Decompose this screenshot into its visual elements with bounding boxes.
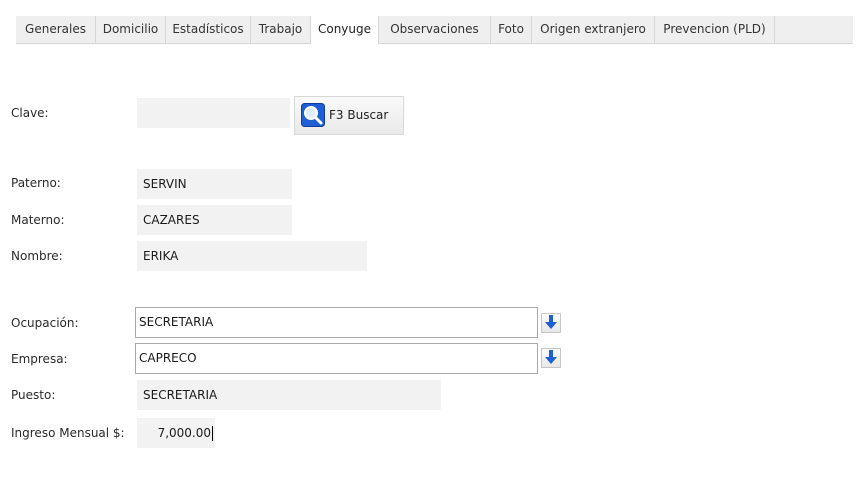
clave-label: Clave: [11, 106, 49, 120]
clave-field[interactable] [137, 98, 290, 128]
tab-observaciones[interactable]: Observaciones [379, 16, 491, 43]
puesto-label: Puesto: [11, 388, 56, 402]
ocupacion-label: Ocupación: [11, 316, 79, 330]
tab-origen-extranjero[interactable]: Origen extranjero [532, 16, 655, 43]
ingreso-mensual-label: Ingreso Mensual $: [11, 426, 125, 440]
arrow-down-icon [545, 349, 557, 367]
tab-prevencion-pld[interactable]: Prevencion (PLD) [655, 16, 775, 43]
nombre-field[interactable]: ERIKA [137, 241, 367, 271]
paterno-label: Paterno: [11, 176, 61, 190]
empresa-select[interactable]: CAPRECO [135, 343, 538, 374]
tab-trabajo[interactable]: Trabajo [251, 16, 311, 43]
ingreso-mensual-value: 7,000.00 [157, 426, 211, 440]
nombre-label: Nombre: [11, 249, 63, 263]
tab-estadisticos[interactable]: Estadísticos [166, 16, 251, 43]
materno-field[interactable]: CAZARES [137, 205, 292, 235]
tab-conyuge[interactable]: Conyuge [311, 16, 379, 44]
materno-label: Materno: [11, 213, 65, 227]
tab-bar: Generales Domicilio Estadísticos Trabajo… [16, 16, 853, 44]
paterno-field[interactable]: SERVIN [137, 169, 292, 199]
tab-generales[interactable]: Generales [16, 16, 96, 43]
ingreso-mensual-field[interactable]: 7,000.00 [137, 418, 215, 448]
empresa-label: Empresa: [11, 352, 68, 366]
tab-domicilio[interactable]: Domicilio [96, 16, 166, 43]
tab-foto[interactable]: Foto [491, 16, 532, 43]
ocupacion-select[interactable]: SECRETARIA [135, 307, 538, 338]
ocupacion-dropdown-button[interactable] [541, 313, 561, 333]
text-cursor [212, 426, 213, 441]
arrow-down-icon [545, 314, 557, 332]
puesto-field[interactable]: SECRETARIA [137, 380, 441, 410]
magnifier-icon [301, 103, 325, 130]
search-button-label: F3 Buscar [329, 108, 389, 122]
empresa-dropdown-button[interactable] [541, 348, 561, 368]
search-button[interactable]: F3 Buscar [294, 96, 404, 135]
